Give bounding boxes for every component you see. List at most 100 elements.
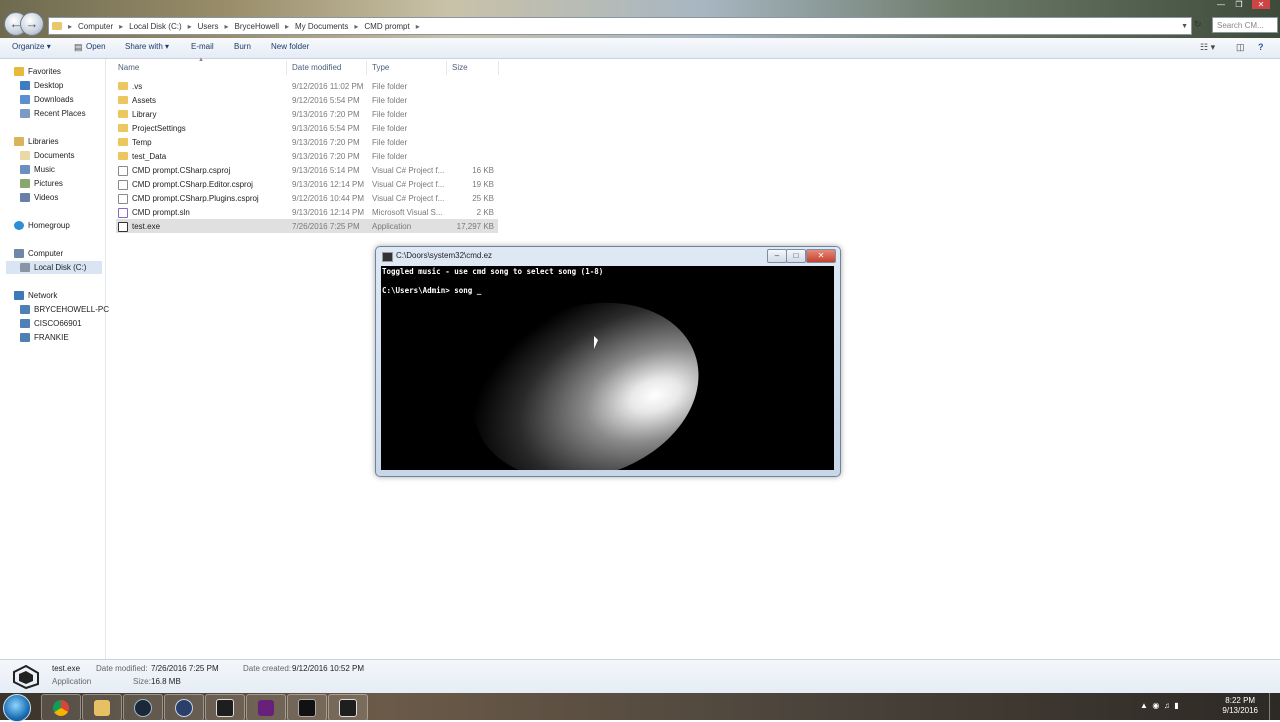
nav-videos[interactable]: Videos [20, 191, 58, 204]
taskbar-unity-1[interactable] [205, 694, 245, 721]
steam-tray-icon[interactable]: ◉ [1152, 701, 1159, 710]
nav-downloads[interactable]: Downloads [20, 93, 74, 106]
details-filename: test.exe [52, 664, 81, 673]
file-type: File folder [372, 82, 408, 91]
nav-documents[interactable]: Documents [20, 149, 74, 162]
system-tray[interactable]: ▲ ◉ ♫ ▮ [1140, 701, 1179, 710]
organize-button[interactable]: Organize ▾ [12, 42, 51, 51]
breadcrumb-user[interactable]: BryceHowell [231, 22, 283, 31]
taskbar-security[interactable] [164, 694, 204, 721]
file-date: 9/13/2016 7:20 PM [292, 138, 360, 147]
file-row[interactable]: Library 9/13/2016 7:20 PM File folder [116, 107, 498, 121]
taskbar-console[interactable] [287, 694, 327, 721]
console-window[interactable]: C:\Doors\system32\cmd.ez – □ ✕ Toggled m… [375, 246, 841, 477]
address-bar[interactable]: ▸ Computer ▸ Local Disk (C:) ▸ Users ▸ B… [48, 17, 1192, 35]
email-button[interactable]: E-mail [191, 42, 214, 51]
file-date: 9/12/2016 11:02 PM [292, 82, 364, 91]
search-input[interactable]: Search CM... [1212, 17, 1278, 33]
console-icon [298, 698, 316, 717]
share-with-button[interactable]: Share with ▾ [125, 42, 169, 51]
file-row[interactable]: Assets 9/12/2016 5:54 PM File folder [116, 93, 498, 107]
nav-pc-brycehowell[interactable]: BRYCEHOWELL-PC [20, 303, 109, 316]
csproj-file-icon [118, 166, 128, 176]
file-row[interactable]: Temp 9/13/2016 7:20 PM File folder [116, 135, 498, 149]
nav-pc-frankie[interactable]: FRANKIE [20, 331, 69, 344]
console-minimize-button[interactable]: – [767, 249, 787, 263]
folder-icon [52, 22, 62, 30]
file-row[interactable]: CMD prompt.CSharp.csproj 9/13/2016 5:14 … [116, 163, 498, 177]
file-row[interactable]: CMD prompt.CSharp.Plugins.csproj 9/12/20… [116, 191, 498, 205]
taskbar-unity-2[interactable] [328, 694, 368, 721]
file-row[interactable]: .vs 9/12/2016 11:02 PM File folder [116, 79, 498, 93]
nav-pc-cisco[interactable]: CISCO66901 [20, 317, 82, 330]
network-tray-icon[interactable]: ▮ [1174, 701, 1178, 710]
column-divider[interactable] [366, 61, 367, 75]
nav-desktop[interactable]: Desktop [20, 79, 63, 92]
show-desktop-button[interactable] [1269, 693, 1280, 720]
burn-button[interactable]: Burn [234, 42, 251, 51]
column-divider[interactable] [286, 61, 287, 75]
file-row[interactable]: ProjectSettings 9/13/2016 5:54 PM File f… [116, 121, 498, 135]
sln-file-icon [118, 208, 128, 218]
column-header-date[interactable]: Date modified [292, 63, 341, 72]
view-options-icon[interactable]: ☷ ▾ [1200, 42, 1215, 53]
taskbar: ▲ ◉ ♫ ▮ 8:22 PM 9/13/2016 [0, 693, 1280, 722]
nav-libraries[interactable]: Libraries [14, 135, 59, 148]
column-header-type[interactable]: Type [372, 63, 389, 72]
taskbar-steam[interactable] [123, 694, 163, 721]
chevron-right-icon: ▸ [119, 21, 124, 31]
breadcrumb-local-disk[interactable]: Local Disk (C:) [125, 22, 185, 31]
column-header-name[interactable]: Name [118, 63, 139, 72]
chevron-right-icon: ▸ [68, 21, 73, 31]
file-type: File folder [372, 138, 408, 147]
nav-computer[interactable]: Computer [14, 247, 63, 260]
steam-icon [134, 698, 152, 717]
console-maximize-button[interactable]: □ [786, 249, 806, 263]
breadcrumb-computer[interactable]: Computer [74, 22, 117, 31]
breadcrumb-cmd-prompt[interactable]: CMD prompt [360, 22, 413, 31]
taskbar-chrome[interactable] [41, 694, 81, 721]
help-icon[interactable]: ? [1258, 42, 1264, 52]
file-row[interactable]: CMD prompt.sln 9/13/2016 12:14 PM Micros… [116, 205, 498, 219]
file-row-selected[interactable]: test.exe 7/26/2016 7:25 PM Application 1… [116, 219, 498, 233]
file-row[interactable]: CMD prompt.CSharp.Editor.csproj 9/13/201… [116, 177, 498, 191]
address-dropdown-icon[interactable]: ▼ [1178, 23, 1191, 30]
column-divider[interactable] [498, 61, 499, 75]
maximize-button[interactable]: ❐ [1230, 0, 1248, 9]
breadcrumb-users[interactable]: Users [194, 22, 223, 31]
nav-local-disk[interactable]: Local Disk (C:) [6, 261, 102, 274]
new-folder-button[interactable]: New folder [271, 42, 309, 51]
minimize-button[interactable]: — [1212, 0, 1230, 9]
chevron-right-icon: ▸ [354, 21, 359, 31]
volume-icon[interactable]: ♫ [1164, 701, 1170, 710]
nav-pictures[interactable]: Pictures [20, 177, 63, 190]
nav-recent-places[interactable]: Recent Places [20, 107, 86, 120]
preview-pane-icon[interactable]: ◫ [1236, 42, 1245, 53]
breadcrumb-my-documents[interactable]: My Documents [291, 22, 352, 31]
file-date: 9/12/2016 5:54 PM [292, 96, 360, 105]
column-divider[interactable] [446, 61, 447, 75]
nav-music[interactable]: Music [20, 163, 55, 176]
console-close-button[interactable]: ✕ [806, 249, 836, 263]
file-row[interactable]: test_Data 9/13/2016 7:20 PM File folder [116, 149, 498, 163]
computer-icon [14, 249, 24, 258]
forward-button[interactable]: → [20, 12, 44, 36]
start-button[interactable] [3, 694, 31, 722]
taskbar-clock[interactable]: 8:22 PM 9/13/2016 [1222, 696, 1258, 716]
console-screen[interactable]: Toggled music - use cmd song to select s… [381, 266, 834, 470]
nav-homegroup[interactable]: Homegroup [14, 219, 70, 232]
nav-network[interactable]: Network [14, 289, 57, 302]
open-button[interactable]: Open [86, 42, 106, 51]
taskbar-explorer[interactable] [82, 694, 122, 721]
taskbar-visual-studio[interactable] [246, 694, 286, 721]
file-type: Visual C# Project f... [372, 194, 445, 203]
nav-favorites[interactable]: Favorites [14, 65, 61, 78]
close-button[interactable]: ✕ [1252, 0, 1270, 9]
tray-arrow-icon[interactable]: ▲ [1140, 701, 1148, 710]
star-icon [14, 67, 24, 76]
file-name: CMD prompt.CSharp.Plugins.csproj [132, 194, 259, 203]
videos-icon [20, 193, 30, 202]
refresh-icon[interactable]: ↻ [1194, 19, 1202, 30]
folder-icon [118, 96, 128, 104]
column-header-size[interactable]: Size [452, 63, 468, 72]
